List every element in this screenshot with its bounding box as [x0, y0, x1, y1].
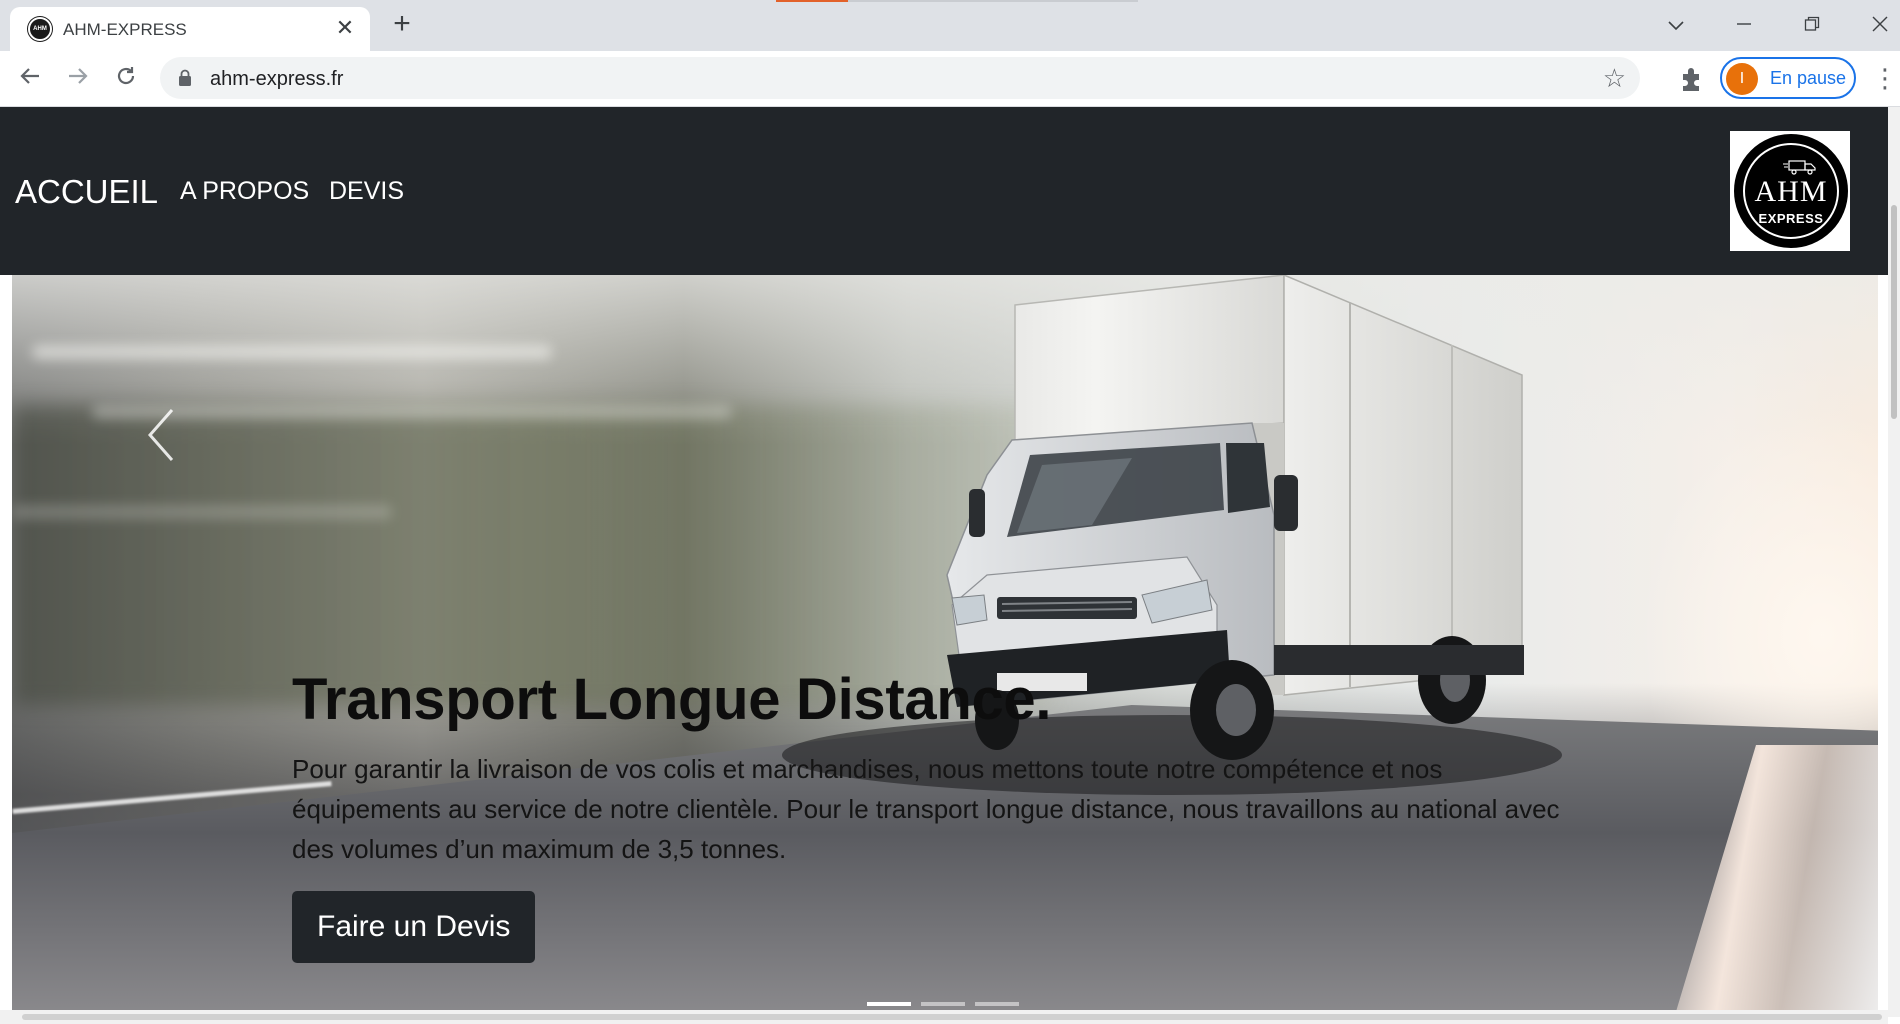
nav-link-quote[interactable]: DEVIS	[329, 177, 404, 206]
reload-icon[interactable]	[108, 61, 144, 97]
slide-description: Pour garantir la livraison de vos colis …	[292, 754, 1560, 864]
logo-sub-text: EXPRESS	[1758, 211, 1824, 226]
logo-main-text: AHM	[1754, 175, 1828, 208]
nav-link-about[interactable]: A PROPOS	[180, 177, 309, 206]
back-arrow-icon[interactable]	[12, 61, 48, 97]
page-viewport: ACCUEIL A PROPOS DEVIS AHM EXPRESS Trans…	[0, 107, 1900, 1024]
extensions-puzzle-icon[interactable]	[1678, 61, 1712, 97]
browser-tabstrip: AHM AHM-EXPRESS ✕ +	[0, 0, 1900, 51]
logo-circle: AHM EXPRESS	[1734, 134, 1848, 248]
slide-caption: Transport Longue Distance. Pour garantir…	[292, 665, 1592, 963]
horizontal-scrollbar-thumb[interactable]	[22, 1014, 1882, 1020]
carousel-prev-arrow-icon[interactable]	[142, 405, 182, 465]
lock-icon	[179, 69, 191, 86]
site-favicon-icon: AHM	[28, 17, 52, 41]
tab-title: AHM-EXPRESS	[63, 20, 187, 39]
logo-inner-ring: AHM EXPRESS	[1743, 143, 1839, 239]
tab-strip-divider	[848, 0, 1138, 2]
carousel-indicator[interactable]	[867, 1002, 911, 1006]
tab-search-icon[interactable]	[1656, 8, 1696, 42]
site-logo[interactable]: AHM EXPRESS	[1730, 131, 1850, 251]
vertical-scrollbar-thumb[interactable]	[1891, 205, 1897, 419]
close-tab-icon[interactable]: ✕	[332, 15, 358, 41]
minimize-icon[interactable]	[1724, 8, 1764, 42]
profile-button[interactable]: I En pause	[1720, 57, 1856, 99]
vertical-scrollbar[interactable]	[1888, 107, 1900, 1017]
profile-status: En pause	[1770, 68, 1847, 88]
avatar: I	[1726, 63, 1758, 95]
restore-icon[interactable]	[1792, 8, 1832, 42]
site-navbar: ACCUEIL A PROPOS DEVIS AHM EXPRESS	[0, 107, 1890, 275]
carousel-indicator[interactable]	[975, 1002, 1019, 1006]
slide-title: Transport Longue Distance.	[292, 667, 1052, 732]
horizontal-scrollbar[interactable]	[0, 1010, 1888, 1024]
forward-arrow-icon[interactable]	[60, 61, 96, 97]
plus-icon[interactable]: +	[386, 9, 418, 41]
nav-home-link[interactable]: ACCUEIL	[15, 173, 158, 211]
browser-toolbar: ahm-express.fr ☆ I En pause ⋮	[0, 51, 1900, 107]
hero-carousel: Transport Longue Distance. Pour garantir…	[12, 275, 1878, 1017]
more-menu-icon[interactable]: ⋮	[1872, 61, 1898, 97]
close-window-icon[interactable]	[1860, 8, 1900, 42]
bookmark-star-icon[interactable]: ☆	[1603, 63, 1626, 94]
carousel-indicator[interactable]	[921, 1002, 965, 1006]
url-text: ahm-express.fr	[210, 68, 344, 90]
browser-tab[interactable]: AHM AHM-EXPRESS ✕	[10, 7, 370, 51]
truck-icon	[1783, 160, 1816, 175]
tab-loading-bar	[776, 0, 848, 2]
address-bar[interactable]: ahm-express.fr ☆	[160, 57, 1640, 99]
request-quote-button[interactable]: Faire un Devis	[292, 891, 536, 963]
